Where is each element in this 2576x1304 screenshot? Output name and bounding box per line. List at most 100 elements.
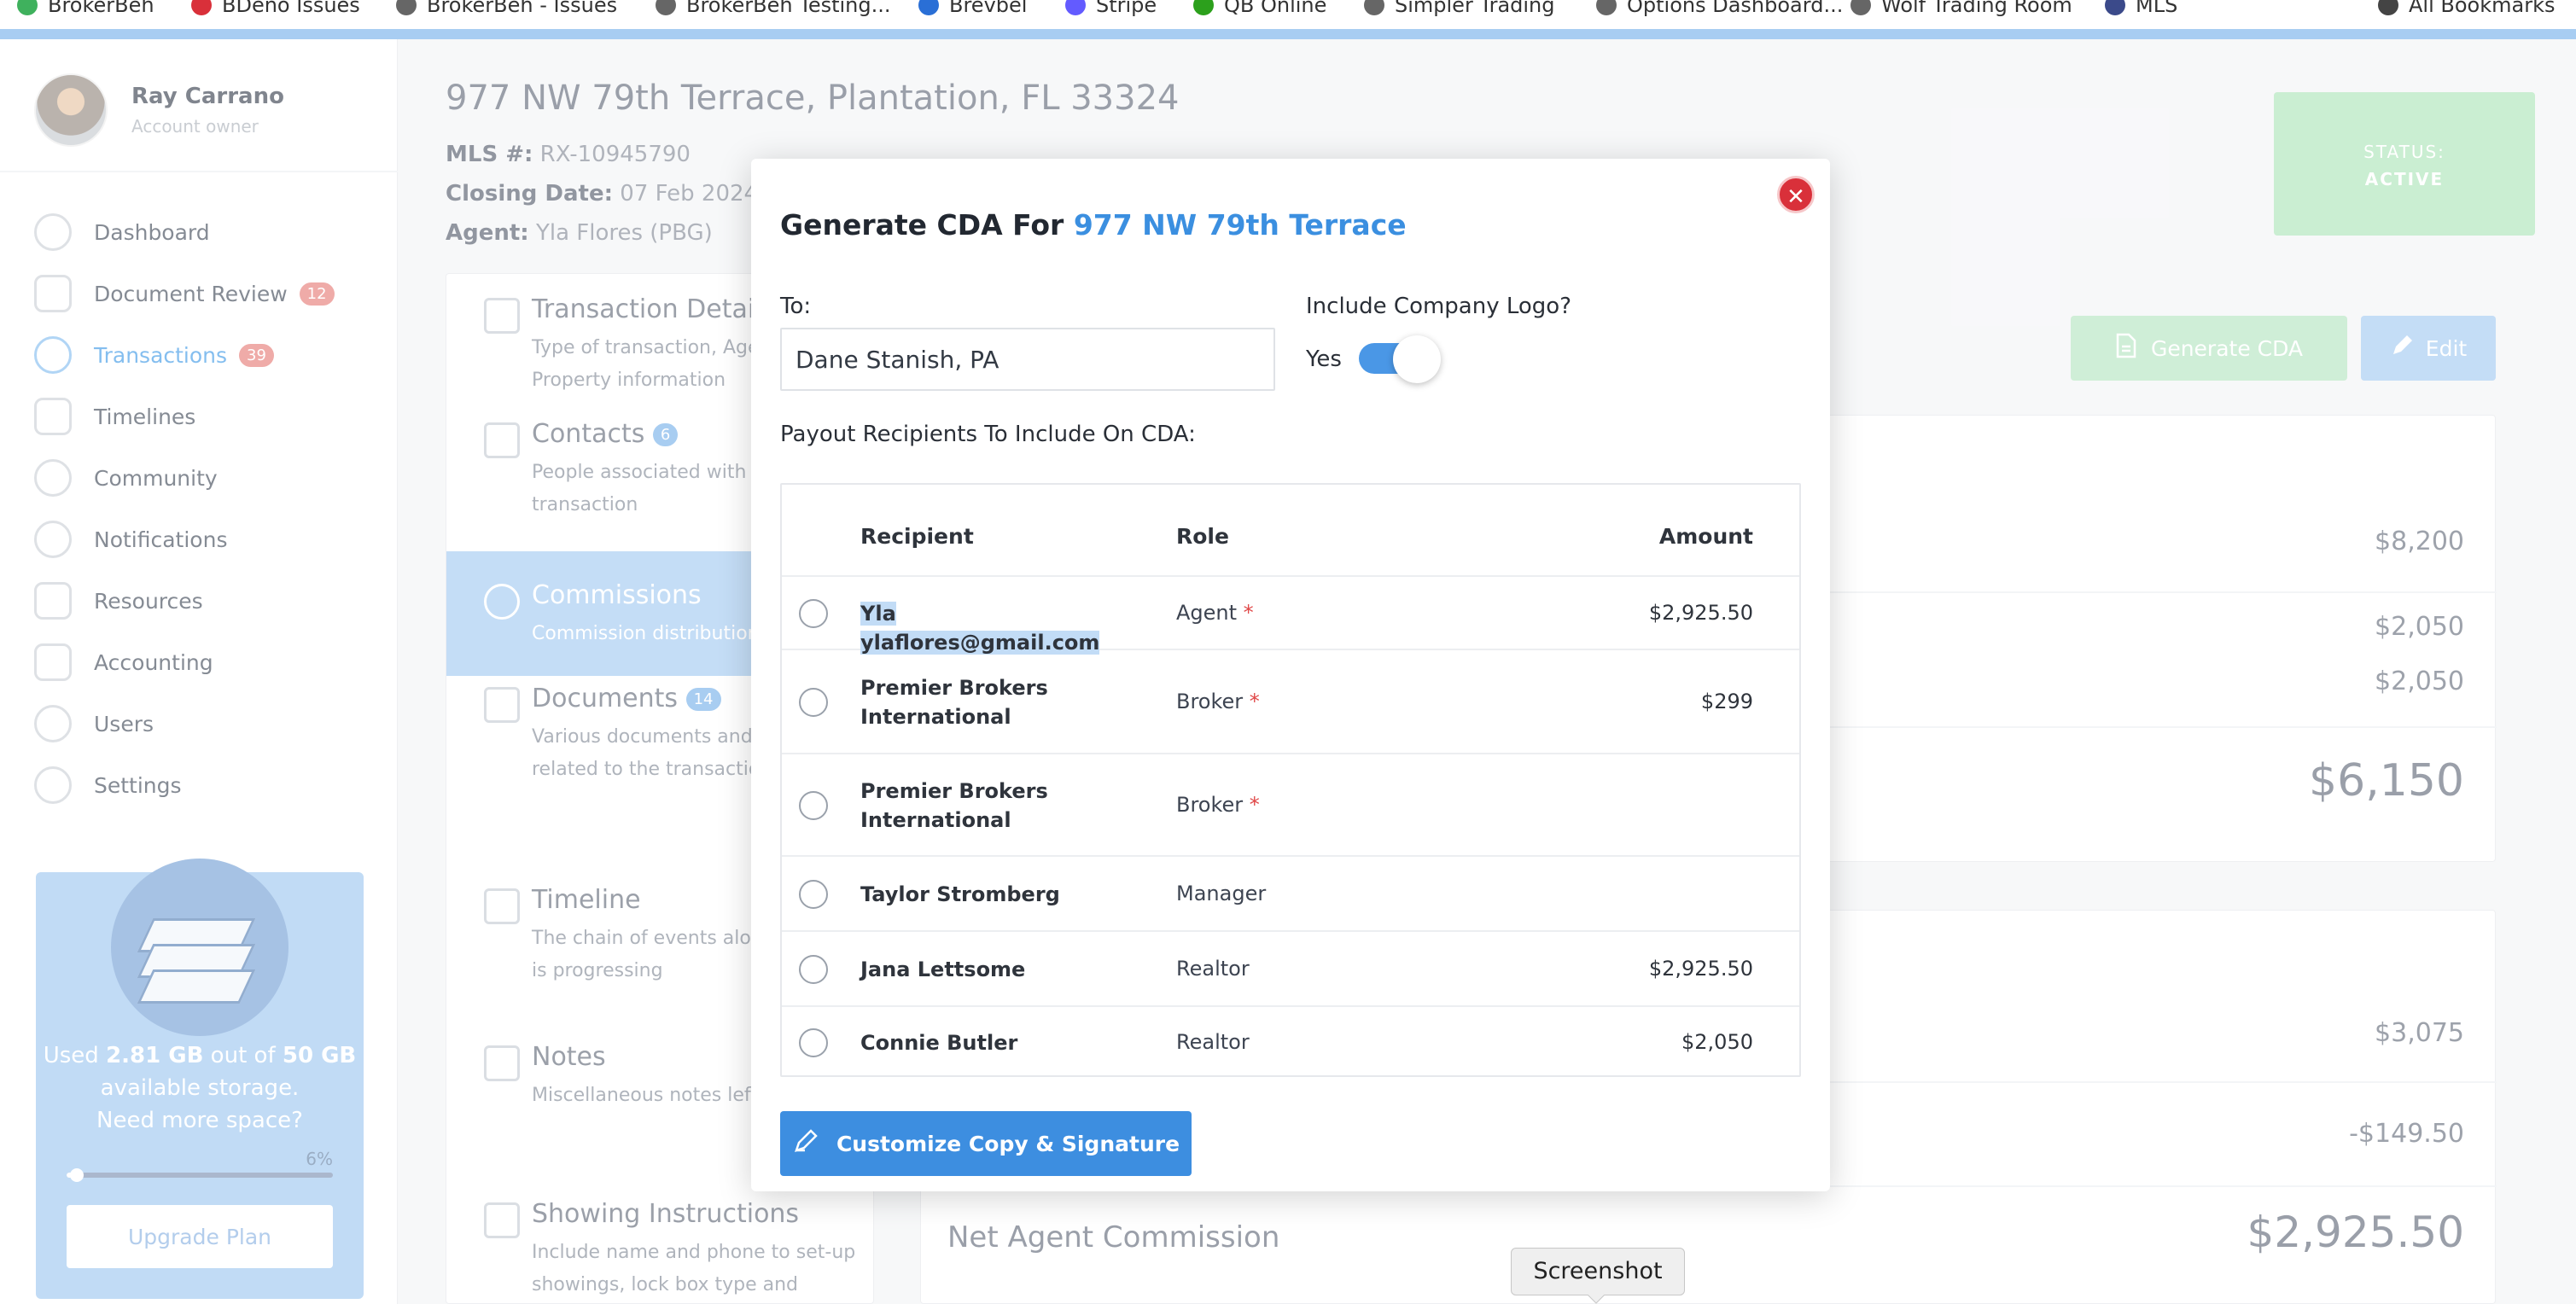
bookmark-favicon-icon <box>191 0 212 15</box>
recipient-radio[interactable] <box>799 599 828 628</box>
recipient-amount: $2,050 <box>1681 1030 1753 1054</box>
recipient-role: Agent * <box>1176 601 1254 625</box>
bookmark-item[interactable]: QB Online <box>1193 0 1326 17</box>
customize-copy-signature-label: Customize Copy & Signature <box>836 1131 1180 1156</box>
bookmark-favicon-icon <box>1596 0 1617 15</box>
pencil-icon <box>792 1127 819 1160</box>
column-header-recipient: Recipient <box>860 524 974 549</box>
bookmark-item[interactable]: BDeno Issues <box>191 0 360 17</box>
recipient-role: Broker * <box>1176 690 1260 713</box>
bookmark-item[interactable]: Wolf Trading Room <box>1850 0 2072 17</box>
recipient-name: Connie Butler <box>860 1028 1142 1057</box>
required-marker: * <box>1243 793 1260 817</box>
recipient-name-text: Jana Lettsome <box>860 958 1026 981</box>
generate-cda-modal: ✕ Generate CDA For 977 NW 79th Terrace T… <box>751 159 1830 1191</box>
bookmark-label: BrokerBeh <box>48 0 154 17</box>
recipient-amount: $2,925.50 <box>1648 957 1753 981</box>
recipient-amount: $299 <box>1700 690 1753 713</box>
column-header-amount: Amount <box>1658 524 1753 549</box>
bookmark-label: Options Dashboard... <box>1627 0 1844 17</box>
table-row[interactable]: Connie Butler Realtor $2,050 <box>782 1007 1799 1079</box>
include-logo-toggle[interactable] <box>1359 335 1441 383</box>
bookmark-label: Wolf Trading Room <box>1881 0 2072 17</box>
recipient-name-text: Yla ylaflores@gmail.com <box>860 602 1100 655</box>
bookmark-label: BrokerBeh Testing... <box>686 0 891 17</box>
recipient-role: Realtor <box>1176 1030 1250 1054</box>
page-accent-strip <box>0 29 2576 39</box>
bookmark-favicon-icon <box>1364 0 1384 15</box>
bookmarks-bar: BrokerBeh BDeno Issues BrokerBeh - Issues B… <box>0 0 2576 29</box>
recipient-radio[interactable] <box>799 955 828 984</box>
bookmark-label: BDeno Issues <box>222 0 360 17</box>
recipient-name-text: Premier Brokers International <box>860 676 1048 729</box>
table-row[interactable]: Taylor Stromberg Manager <box>782 857 1799 932</box>
recipient-role-text: Realtor <box>1176 957 1250 981</box>
bookmark-favicon-icon <box>1850 0 1871 15</box>
bookmark-label: QB Online <box>1224 0 1327 17</box>
tooltip-arrow <box>1588 1295 1605 1304</box>
close-icon[interactable]: ✕ <box>1777 176 1815 213</box>
recipient-role-text: Broker <box>1176 793 1244 817</box>
recipient-role: Broker * <box>1176 793 1260 817</box>
bookmark-item[interactable]: BrokerBeh Testing... <box>656 0 891 17</box>
bookmark-item[interactable]: BrokerBeh - Issues <box>396 0 617 17</box>
payout-recipients-label: Payout Recipients To Include On CDA: <box>780 422 1196 447</box>
required-marker: * <box>1243 690 1260 713</box>
bookmark-favicon-icon <box>17 0 38 15</box>
bookmark-item[interactable]: BrokerBeh <box>17 0 154 17</box>
table-row[interactable]: Premier Brokers International Broker * $29… <box>782 650 1799 754</box>
to-field[interactable] <box>780 328 1275 391</box>
customize-copy-signature-button[interactable]: Customize Copy & Signature <box>780 1111 1192 1176</box>
recipient-name-text: Connie Butler <box>860 1031 1018 1055</box>
modal-title: Generate CDA For 977 NW 79th Terrace <box>780 208 1407 242</box>
recipient-name: Yla ylaflores@gmail.com <box>860 599 1142 657</box>
include-logo-toggle-label: Yes <box>1306 346 1342 372</box>
required-marker: * <box>1237 601 1254 625</box>
recipient-name-text: Premier Brokers International <box>860 779 1048 832</box>
bookmark-item[interactable]: Options Dashboard... <box>1596 0 1843 17</box>
bookmark-item[interactable]: MLS <box>2105 0 2177 17</box>
table-row[interactable]: Yla ylaflores@gmail.com Agent * $2,925.50 <box>782 577 1799 655</box>
recipients-table: Recipient Role Amount Yla ylaflores@gmai… <box>780 483 1801 1077</box>
bookmark-label: Simpler Trading <box>1395 0 1555 17</box>
recipient-radio[interactable] <box>799 688 828 717</box>
recipient-radio[interactable] <box>799 791 828 820</box>
screenshot-tooltip: Screenshot <box>1511 1248 1685 1295</box>
modal-title-address: 977 NW 79th Terrace <box>1073 208 1407 242</box>
bookmark-item[interactable]: Simpler Trading <box>1364 0 1555 17</box>
column-header-role: Role <box>1176 524 1229 549</box>
table-header: Recipient Role Amount <box>782 485 1799 577</box>
recipient-role-text: Broker <box>1176 690 1244 713</box>
recipient-name: Premier Brokers International <box>860 673 1142 731</box>
to-label: To: <box>780 294 812 319</box>
bookmark-item[interactable]: Stripe <box>1065 0 1157 17</box>
recipient-name: Jana Lettsome <box>860 955 1142 984</box>
bookmark-favicon-icon <box>918 0 939 15</box>
bookmark-label: Stripe <box>1096 0 1157 17</box>
modal-title-prefix: Generate CDA For <box>780 208 1074 242</box>
recipient-amount: $2,925.50 <box>1648 601 1753 625</box>
bookmark-favicon-icon <box>656 0 676 15</box>
recipient-role-text: Manager <box>1176 882 1267 905</box>
bookmark-item[interactable]: All Bookmarks <box>2378 0 2555 17</box>
recipient-role: Manager <box>1176 882 1266 905</box>
recipient-role-text: Agent <box>1176 601 1238 625</box>
bookmark-item[interactable]: Brevbel <box>918 0 1027 17</box>
bookmark-favicon-icon <box>396 0 417 15</box>
recipient-radio[interactable] <box>799 1028 828 1057</box>
bookmark-label: Brevbel <box>949 0 1028 17</box>
bookmark-label: MLS <box>2136 0 2178 17</box>
recipient-name: Taylor Stromberg <box>860 880 1142 909</box>
bookmark-favicon-icon <box>1193 0 1214 15</box>
bookmark-favicon-icon <box>2105 0 2125 15</box>
recipient-role: Realtor <box>1176 957 1250 981</box>
table-row[interactable]: Jana Lettsome Realtor $2,925.50 <box>782 932 1799 1007</box>
toggle-knob[interactable] <box>1393 335 1441 383</box>
bookmark-label: BrokerBeh - Issues <box>427 0 618 17</box>
recipient-radio[interactable] <box>799 880 828 909</box>
include-logo-label: Include Company Logo? <box>1306 294 1572 319</box>
bookmark-label: All Bookmarks <box>2409 0 2556 17</box>
table-row[interactable]: Premier Brokers International Broker * <box>782 754 1799 857</box>
recipient-name-text: Taylor Stromberg <box>860 882 1060 906</box>
recipient-name: Premier Brokers International <box>860 777 1142 835</box>
